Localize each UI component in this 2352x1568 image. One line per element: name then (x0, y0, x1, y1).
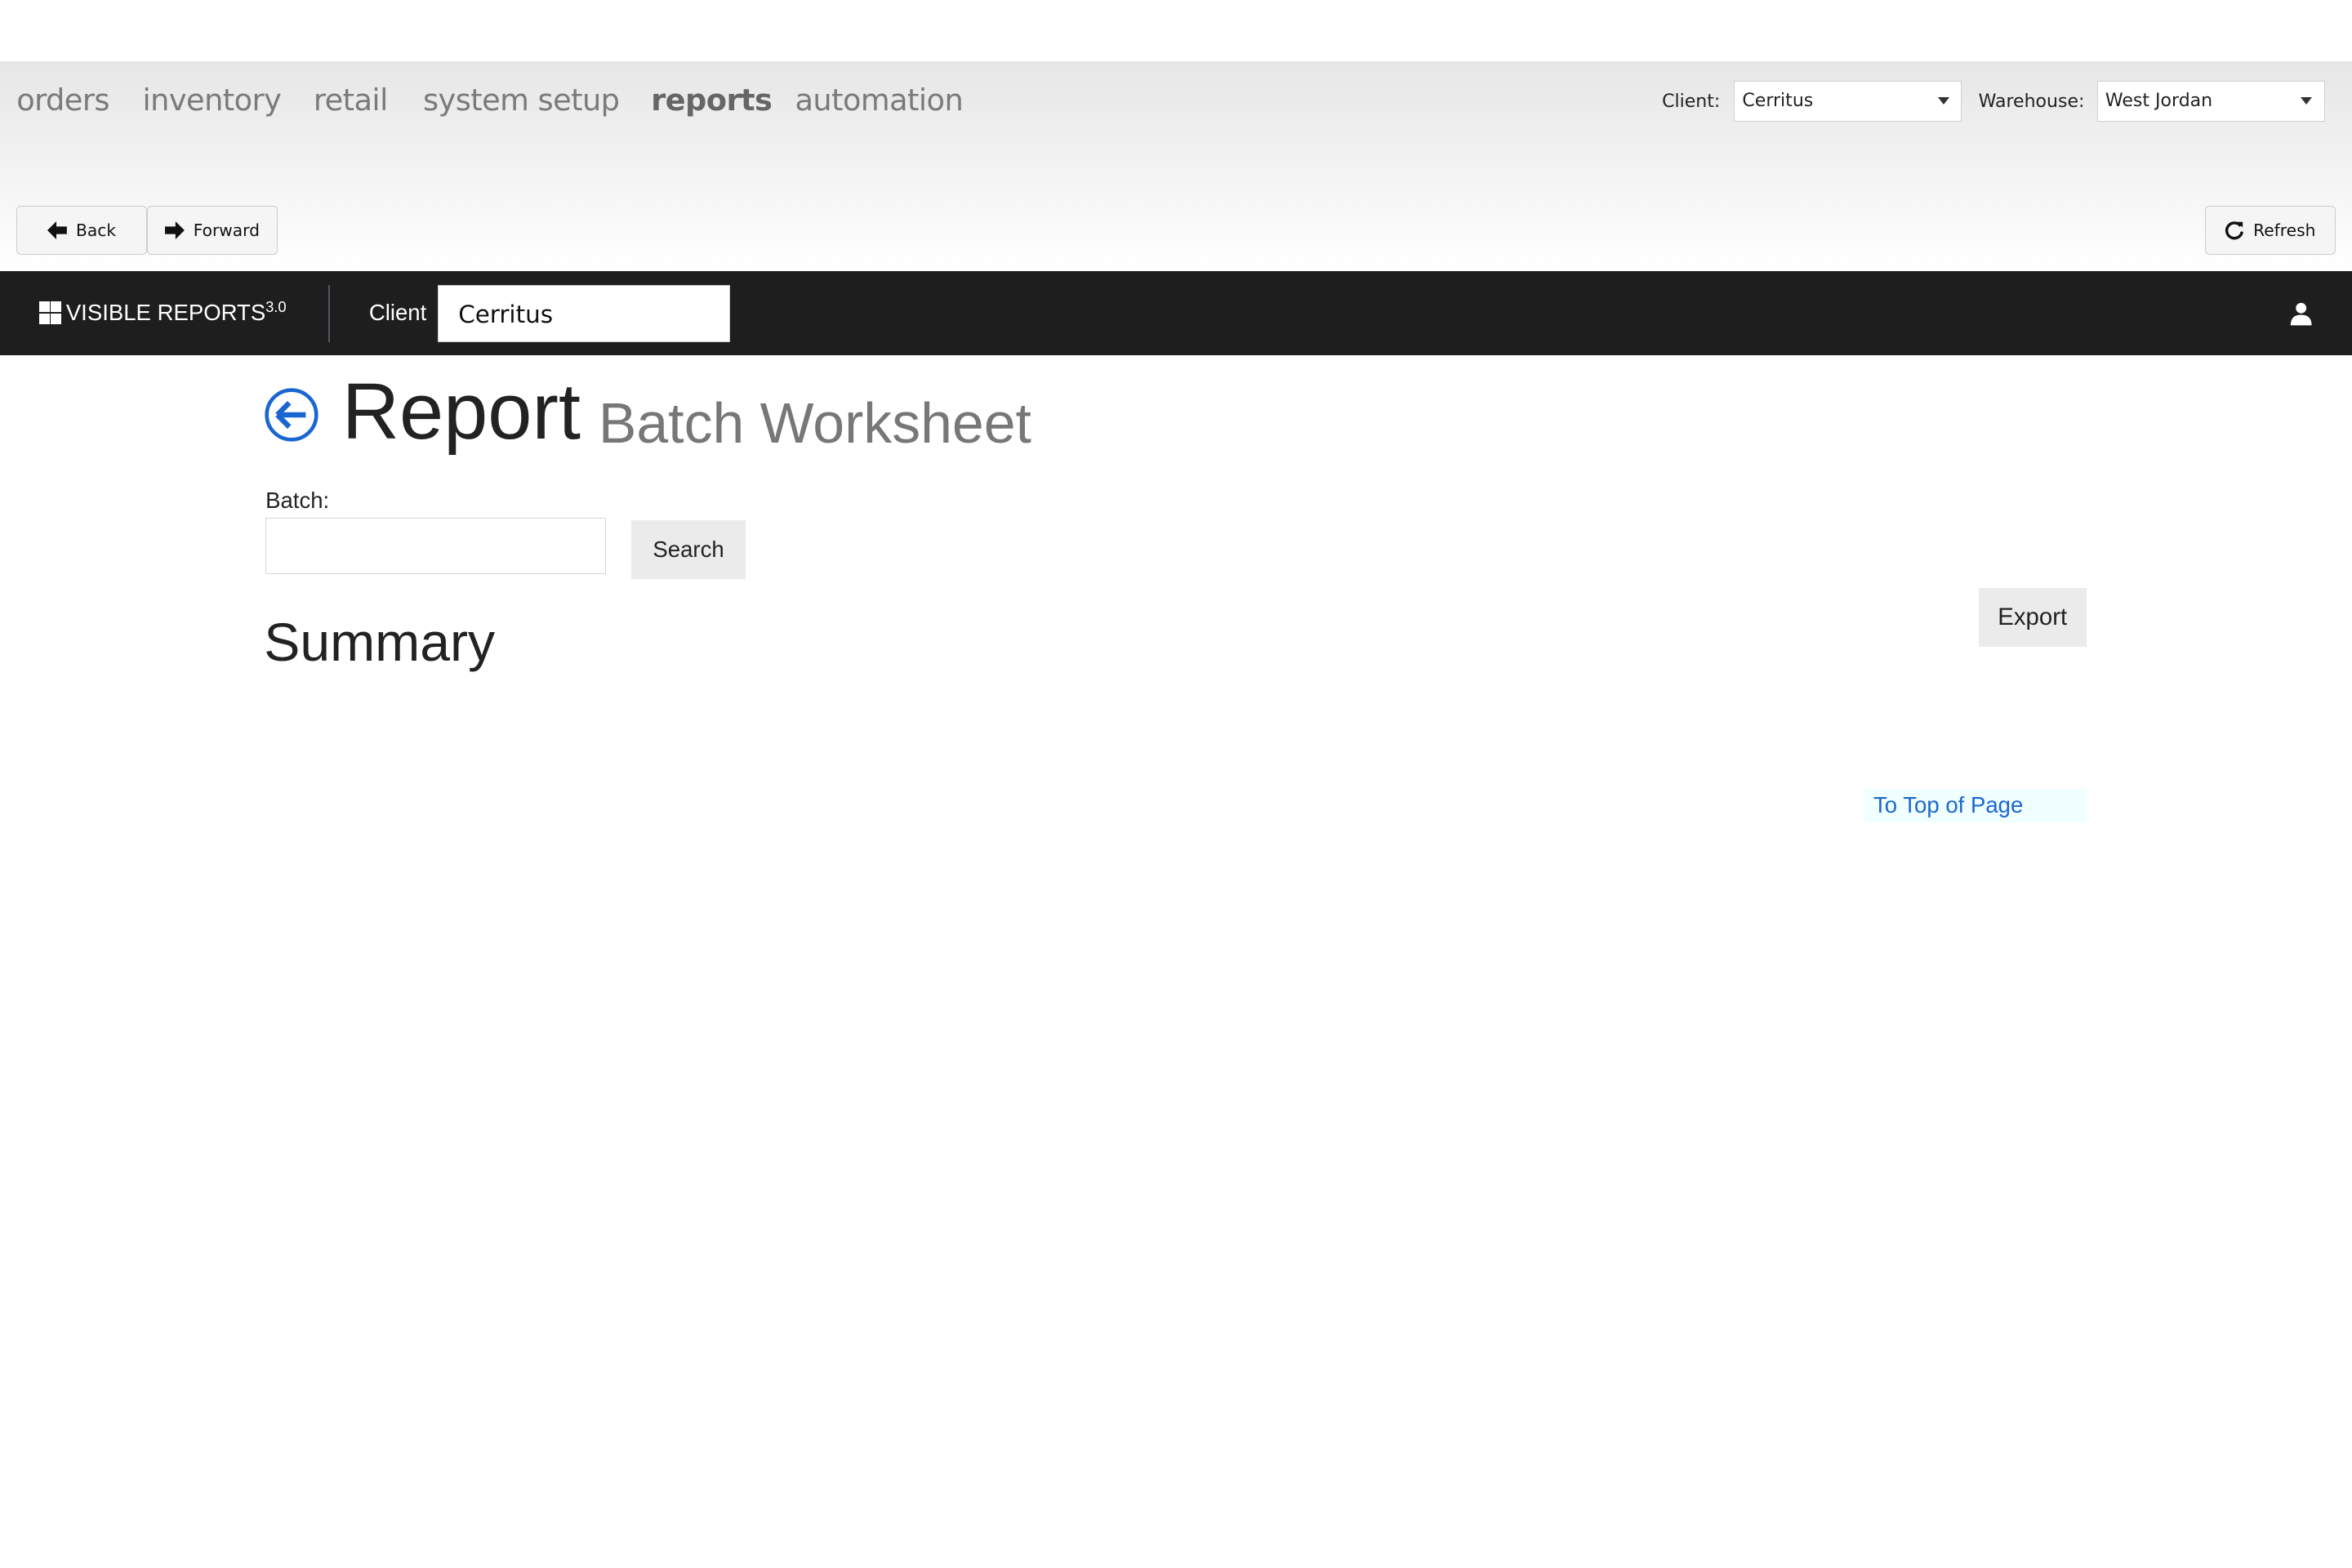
nav-automation[interactable]: automation (795, 82, 963, 118)
nav-orders[interactable]: orders (16, 82, 109, 118)
to-top-link[interactable]: To Top of Page (1873, 792, 2023, 818)
refresh-button[interactable]: Refresh (2204, 205, 2336, 256)
to-top-container: To Top of Page (1864, 789, 2087, 822)
back-button[interactable]: Back (16, 205, 147, 256)
summary-heading: Summary (264, 612, 496, 674)
nav-inventory[interactable]: inventory (142, 82, 281, 118)
client-select[interactable]: Cerritus (1734, 81, 1962, 122)
forward-label: Forward (193, 220, 260, 240)
nav-system-setup[interactable]: system setup (423, 82, 620, 118)
page-subtitle: Batch Worksheet (598, 390, 1031, 455)
batch-label: Batch: (265, 487, 330, 513)
divider (328, 284, 331, 342)
user-icon[interactable] (2289, 301, 2313, 326)
grid-logo-icon (38, 301, 62, 324)
back-label: Back (76, 220, 117, 240)
refresh-icon (2225, 221, 2244, 240)
nav-reports[interactable]: reports (651, 82, 773, 118)
chevron-down-icon (1937, 96, 1949, 105)
client-label: Client: (1662, 91, 1721, 113)
chevron-down-icon (2301, 96, 2313, 105)
top-navigation: orders inventory retail system setup rep… (0, 61, 2352, 272)
back-circle-icon[interactable] (264, 387, 319, 443)
app-bar: VISIBLE REPORTS 3.0 Client Cerritus (0, 271, 2352, 356)
arrow-left-icon (47, 220, 68, 239)
export-button[interactable]: Export (1978, 587, 2087, 647)
client-select-value: Cerritus (1742, 91, 1814, 112)
warehouse-label: Warehouse: (1978, 91, 2085, 113)
search-button[interactable]: Search (631, 520, 746, 579)
warehouse-select[interactable]: West Jordan (2096, 81, 2325, 122)
batch-input[interactable] (265, 517, 607, 575)
appbar-client-input[interactable]: Cerritus (438, 284, 731, 342)
page-title: Report (341, 367, 581, 457)
warehouse-select-value: West Jordan (2105, 91, 2213, 112)
appbar-client-label: Client (368, 300, 427, 326)
refresh-label: Refresh (2253, 220, 2316, 240)
brand-name[interactable]: VISIBLE REPORTS (66, 300, 265, 326)
brand-version: 3.0 (265, 298, 287, 316)
arrow-right-icon (164, 220, 185, 239)
forward-button[interactable]: Forward (146, 205, 278, 256)
nav-retail[interactable]: retail (314, 82, 388, 118)
